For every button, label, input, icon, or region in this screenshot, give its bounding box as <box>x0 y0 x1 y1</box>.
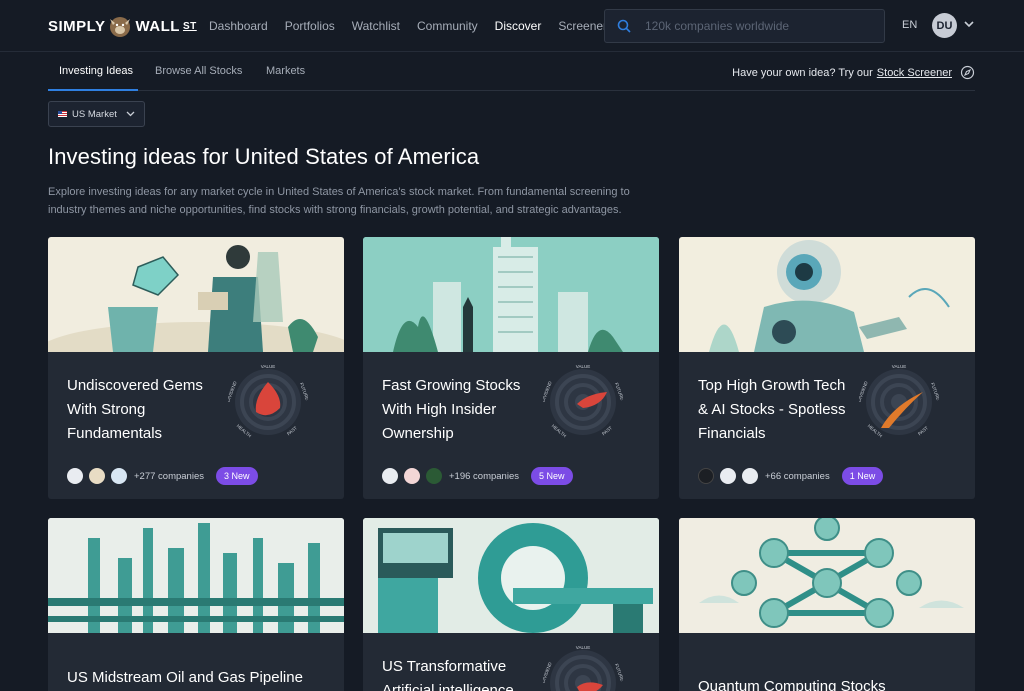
company-logo-icon <box>111 468 127 484</box>
snowflake-chart: VALUE FUTURE PAST HEALTH DIVIDEND <box>859 364 939 438</box>
market-select-value: US Market <box>72 108 117 120</box>
company-count: +277 companies <box>134 470 204 482</box>
top-navigation-bar: SIMPLY WALL ST Dashboard Portfolios Watc… <box>0 0 1024 52</box>
us-flag-icon <box>58 111 67 117</box>
snowflake-chart: VALUE FUTURE PAST HEALTH DIVIDEND <box>228 364 308 438</box>
card-title: Fast Growing Stocks With High Insider Ow… <box>382 377 521 442</box>
company-count: +66 companies <box>765 470 830 482</box>
idea-card-undiscovered-gems[interactable]: Undiscovered Gems With Strong Fundamenta… <box>48 237 344 499</box>
search-box[interactable] <box>604 9 885 43</box>
card-illustration-mri <box>363 518 659 633</box>
company-logo-icon <box>742 468 758 484</box>
sub-navigation: Investing Ideas Browse All Stocks Market… <box>48 53 975 91</box>
card-illustration-skyline <box>363 237 659 352</box>
new-badge: 1 New <box>841 467 884 485</box>
tab-markets[interactable]: Markets <box>266 65 305 77</box>
snowflake-label-value: VALUE <box>576 364 590 369</box>
new-badge: 3 New <box>215 467 258 485</box>
snowflake-chart: VALUE FUTURE DIVIDEND <box>543 645 623 691</box>
idea-card-quantum-computing[interactable]: Quantum Computing Stocks <box>679 518 975 691</box>
logo-text-suffix: ST <box>182 20 197 32</box>
nav-portfolios[interactable]: Portfolios <box>285 19 335 33</box>
screener-promo-text: Have your own idea? Try our <box>732 66 873 79</box>
card-title: Top High Growth Tech & AI Stocks - Spotl… <box>698 377 846 442</box>
snowflake-label-value: VALUE <box>576 645 590 650</box>
idea-card-high-growth-tech[interactable]: Top High Growth Tech & AI Stocks - Spotl… <box>679 237 975 499</box>
simply-wall-st-logo[interactable]: SIMPLY WALL ST <box>48 11 197 41</box>
chevron-down-icon[interactable] <box>964 21 974 28</box>
card-illustration-refinery <box>48 518 344 633</box>
nav-screener[interactable]: Screener <box>558 19 607 33</box>
new-badge: 5 New <box>530 467 573 485</box>
tab-browse-all-stocks[interactable]: Browse All Stocks <box>155 65 242 77</box>
nav-community[interactable]: Community <box>417 19 478 33</box>
card-illustration-robot <box>679 237 975 352</box>
search-input[interactable] <box>645 19 855 33</box>
card-illustration-molecule <box>679 518 975 633</box>
user-avatar[interactable]: DU <box>932 13 957 38</box>
card-title: US Midstream Oil and Gas Pipeline <box>67 669 303 686</box>
logo-text-left: SIMPLY <box>48 17 106 35</box>
page-intro: Explore investing ideas for any market c… <box>48 186 630 216</box>
idea-card-fast-growing[interactable]: Fast Growing Stocks With High Insider Ow… <box>363 237 659 499</box>
card-title: US Transformative Artificial intelligenc… <box>382 658 514 691</box>
card-title: Quantum Computing Stocks <box>698 678 886 691</box>
search-icon <box>617 19 631 33</box>
card-footer: +277 companies 3 New <box>67 467 258 485</box>
bull-logo-icon <box>110 17 131 37</box>
card-footer: +66 companies 1 New <box>698 467 884 485</box>
screener-promo: Have your own idea? Try our Stock Screen… <box>732 65 975 80</box>
card-footer: +196 companies 5 New <box>382 467 573 485</box>
nav-discover[interactable]: Discover <box>495 19 542 33</box>
snowflake-chart: VALUE FUTURE PAST HEALTH DIVIDEND <box>543 364 623 438</box>
company-logo-icon <box>426 468 442 484</box>
main-nav: Dashboard Portfolios Watchlist Community… <box>209 0 624 52</box>
market-select[interactable]: US Market <box>48 101 145 127</box>
company-logo-icon <box>89 468 105 484</box>
company-logo-icon <box>404 468 420 484</box>
logo-text-right: WALL <box>135 17 180 35</box>
tab-investing-ideas[interactable]: Investing Ideas <box>59 65 133 77</box>
language-selector[interactable]: EN <box>902 19 917 31</box>
snowflake-label-value: VALUE <box>892 364 906 369</box>
active-tab-indicator <box>48 89 138 91</box>
snowflake-label-value: VALUE <box>261 364 275 369</box>
screener-compass-icon[interactable] <box>960 65 975 80</box>
nav-dashboard[interactable]: Dashboard <box>209 19 268 33</box>
company-logo-icon <box>382 468 398 484</box>
idea-card-midstream-oil-gas[interactable]: US Midstream Oil and Gas Pipeline <box>48 518 344 691</box>
stock-screener-link[interactable]: Stock Screener <box>877 67 952 79</box>
card-title: Undiscovered Gems With Strong Fundamenta… <box>67 377 203 442</box>
company-logo-icon <box>698 468 714 484</box>
company-count: +196 companies <box>449 470 519 482</box>
company-logo-icon <box>720 468 736 484</box>
idea-card-transformative-ai[interactable]: US Transformative Artificial intelligenc… <box>363 518 659 691</box>
company-logo-icon <box>67 468 83 484</box>
nav-watchlist[interactable]: Watchlist <box>352 19 400 33</box>
card-illustration-gems <box>48 237 344 352</box>
chevron-down-icon <box>126 111 135 117</box>
page-title: Investing ideas for United States of Ame… <box>48 144 480 169</box>
